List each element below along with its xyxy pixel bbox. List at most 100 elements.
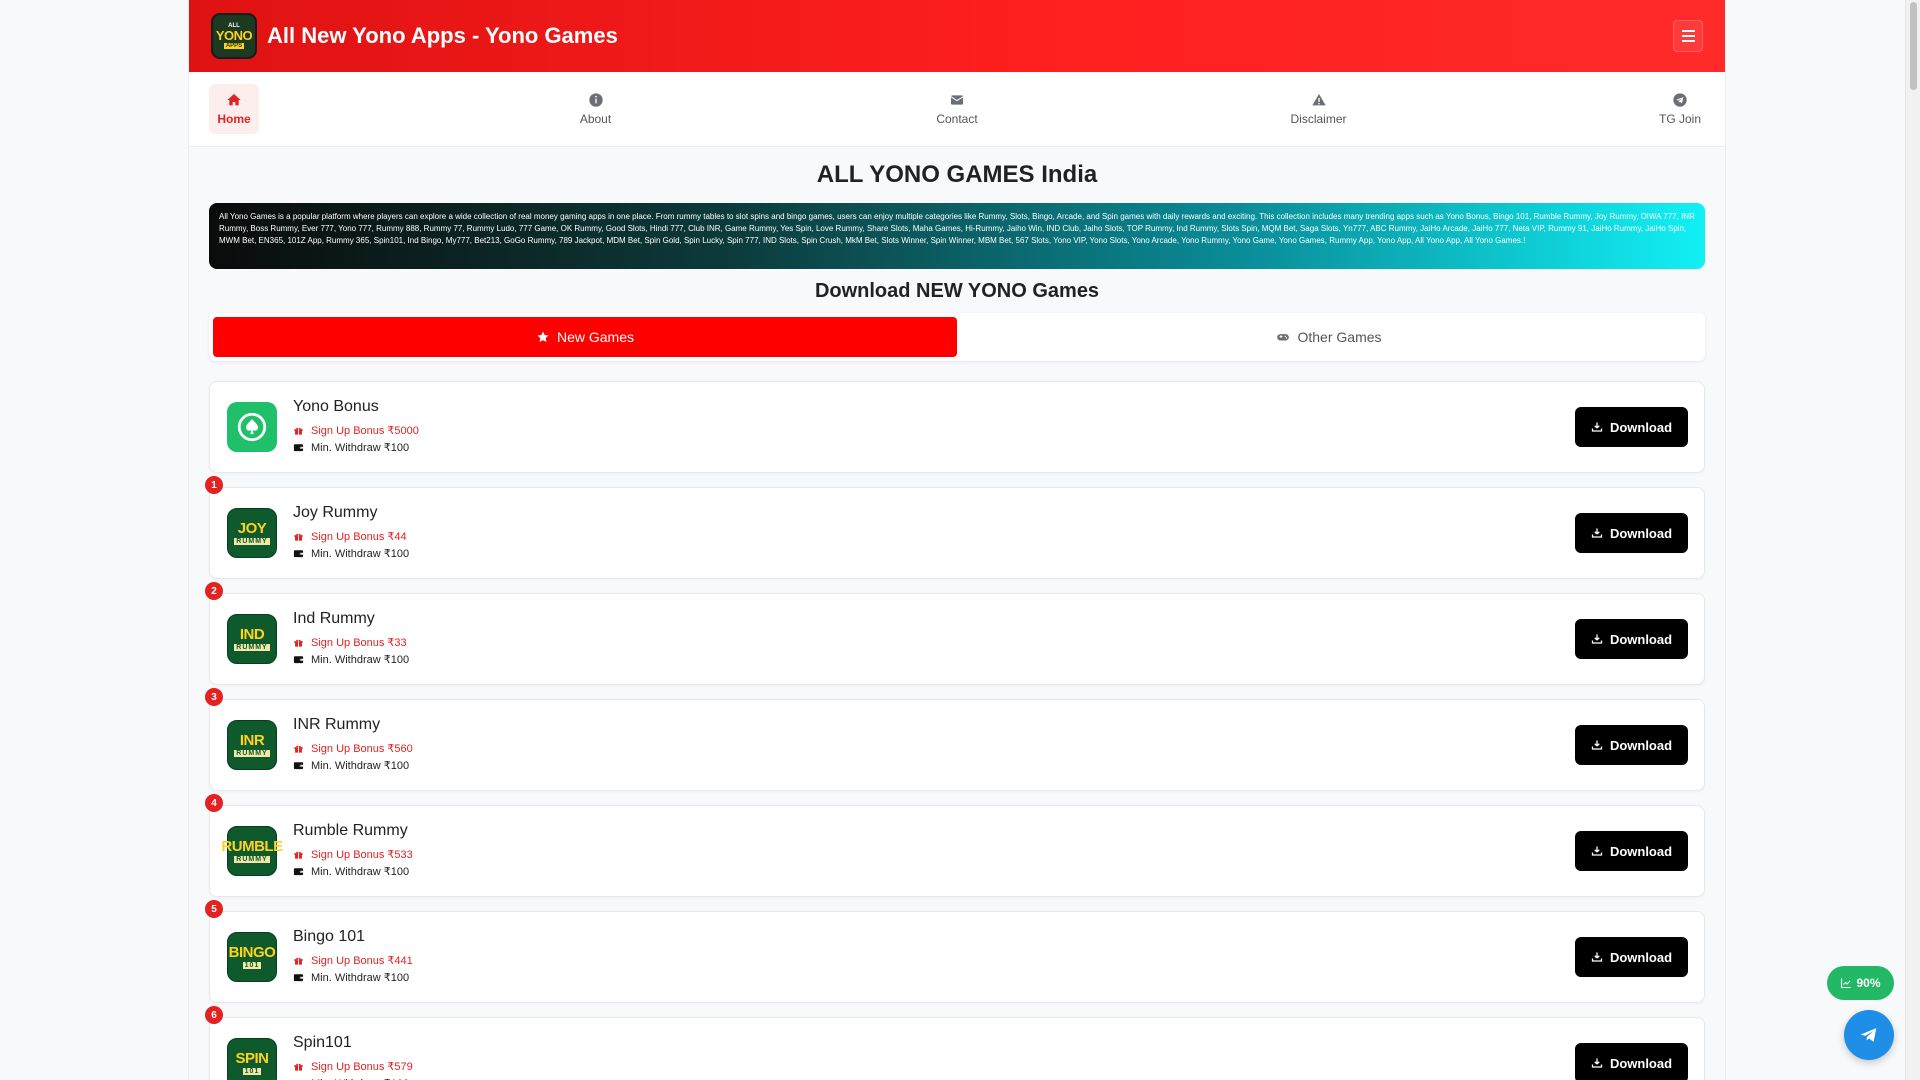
- app-name[interactable]: Spin101: [293, 1034, 413, 1052]
- download-icon: [1591, 422, 1603, 432]
- download-button[interactable]: Download: [1575, 513, 1688, 553]
- wallet-icon: [293, 550, 304, 558]
- bonus-text: Sign Up Bonus ₹441: [311, 955, 413, 967]
- app-icon-sub: RUMMY: [234, 856, 270, 863]
- app-name[interactable]: Yono Bonus: [293, 398, 419, 416]
- app-info: Spin101 Sign Up Bonus ₹579 Min. Withdraw…: [293, 1034, 413, 1080]
- download-icon: [1591, 740, 1603, 750]
- bonus-text: Sign Up Bonus ₹533: [311, 849, 413, 861]
- app-icon-sub: RUMMY: [234, 644, 270, 651]
- telegram-fab[interactable]: [1844, 1010, 1894, 1060]
- app-icon-word: JOY: [237, 520, 267, 537]
- bonus-line: Sign Up Bonus ₹441: [293, 952, 413, 969]
- download-button[interactable]: Download: [1575, 1043, 1688, 1080]
- app-info: Yono Bonus Sign Up Bonus ₹5000 Min. With…: [293, 398, 419, 456]
- main-nav: Home About Contact Disclaimer TG Join: [189, 72, 1725, 147]
- tab-other-games[interactable]: Other Games: [957, 317, 1701, 357]
- download-icon: [1591, 846, 1603, 856]
- gift-icon: [294, 851, 303, 859]
- app-icon[interactable]: IND RUMMY: [227, 614, 277, 664]
- rank-badge: 1: [205, 476, 223, 494]
- wallet-icon: [293, 868, 304, 876]
- app-icon-sub: RUMMY: [234, 538, 270, 545]
- nav-item-about[interactable]: About: [571, 84, 621, 134]
- gift-icon: [294, 957, 303, 965]
- hamburger-icon[interactable]: [1673, 20, 1703, 52]
- app-info: Joy Rummy Sign Up Bonus ₹44 Min. Withdra…: [293, 504, 409, 562]
- nav-item-disclaimer[interactable]: Disclaimer: [1290, 84, 1347, 134]
- app-name[interactable]: Ind Rummy: [293, 610, 409, 628]
- download-label: Download: [1609, 525, 1673, 541]
- download-button[interactable]: Download: [1575, 831, 1688, 871]
- app-icon[interactable]: [227, 402, 277, 452]
- bonus-line: Sign Up Bonus ₹5000: [293, 422, 419, 439]
- app-icon-word: RUMBLE: [221, 838, 283, 855]
- nav-item-contact[interactable]: Contact: [932, 84, 982, 134]
- withdraw-line: Min. Withdraw ₹100: [293, 757, 413, 774]
- app-name[interactable]: INR Rummy: [293, 716, 413, 734]
- gift-icon: [294, 533, 303, 541]
- app-icon[interactable]: BINGO 101: [227, 932, 277, 982]
- withdraw-text: Min. Withdraw ₹100: [311, 654, 410, 666]
- nav-item-label: TG Join: [1658, 112, 1701, 126]
- home-icon: [227, 94, 241, 106]
- download-label: Download: [1609, 631, 1673, 647]
- page-container: ALL YONO APPS All New Yono Apps - Yono G…: [189, 0, 1725, 1080]
- bonus-text: Sign Up Bonus ₹44: [311, 531, 407, 543]
- gift-icon: [294, 1063, 303, 1071]
- app-card: 1 JOY RUMMY Joy Rummy Sign Up Bonus ₹44 …: [205, 476, 1705, 579]
- bonus-line: Sign Up Bonus ₹33: [293, 634, 409, 651]
- wallet-icon: [293, 974, 304, 982]
- app-icon-sub: 101: [242, 962, 262, 969]
- app-icon[interactable]: RUMBLE RUMMY: [221, 826, 283, 876]
- bonus-line: Sign Up Bonus ₹560: [293, 740, 413, 757]
- percent-badge[interactable]: 90%: [1827, 966, 1894, 1000]
- site-logo[interactable]: ALL YONO APPS: [211, 13, 257, 59]
- app-name[interactable]: Joy Rummy: [293, 504, 409, 522]
- app-icon[interactable]: INR RUMMY: [227, 720, 277, 770]
- warning-icon: [1311, 94, 1326, 106]
- wallet-icon: [293, 656, 304, 664]
- scrollbar-thumb[interactable]: [1910, 2, 1917, 90]
- rank-badge: 6: [205, 1006, 223, 1024]
- download-button[interactable]: Download: [1575, 937, 1688, 977]
- download-label: Download: [1609, 737, 1673, 753]
- gift-icon: [294, 427, 303, 435]
- main-content: ALL YONO GAMES India All Yono Games is a…: [189, 147, 1725, 1080]
- download-icon: [1591, 634, 1603, 644]
- bonus-text: Sign Up Bonus ₹5000: [311, 425, 419, 437]
- app-icon-sub: RUMMY: [234, 750, 270, 757]
- telegram-icon: [1860, 1028, 1877, 1042]
- tab-new-games[interactable]: New Games: [213, 317, 957, 357]
- withdraw-line: Min. Withdraw ₹100: [293, 651, 409, 668]
- app-icon-word: IND: [239, 626, 265, 643]
- app-card: 6 SPIN 101 Spin101 Sign Up Bonus ₹579 Mi…: [205, 1006, 1705, 1080]
- app-name[interactable]: Rumble Rummy: [293, 822, 413, 840]
- logo-text-bottom: APPS: [223, 43, 245, 49]
- download-icon: [1591, 1058, 1603, 1068]
- withdraw-line: Min. Withdraw ₹100: [293, 1075, 413, 1080]
- nav-item-label: Disclaimer: [1290, 112, 1347, 126]
- nav-item-home[interactable]: Home: [209, 84, 259, 134]
- download-button[interactable]: Download: [1575, 725, 1688, 765]
- withdraw-line: Min. Withdraw ₹100: [293, 969, 413, 986]
- nav-item-tg-join[interactable]: TG Join: [1655, 84, 1705, 134]
- spade-badge-icon: [237, 412, 267, 442]
- download-button[interactable]: Download: [1575, 407, 1688, 447]
- download-label: Download: [1609, 1055, 1673, 1071]
- telegram-icon: [1673, 93, 1687, 107]
- site-title[interactable]: All New Yono Apps - Yono Games: [267, 23, 618, 49]
- app-icon[interactable]: SPIN 101: [227, 1038, 277, 1080]
- download-button[interactable]: Download: [1575, 619, 1688, 659]
- page-scrollbar[interactable]: [1905, 0, 1920, 1080]
- app-icon[interactable]: JOY RUMMY: [227, 508, 277, 558]
- app-name[interactable]: Bingo 101: [293, 928, 413, 946]
- wallet-icon: [293, 444, 304, 452]
- rank-badge: 5: [205, 900, 223, 918]
- section-title: Download NEW YONO Games: [814, 280, 1100, 302]
- app-card: 2 IND RUMMY Ind Rummy Sign Up Bonus ₹33 …: [205, 582, 1705, 685]
- tab-label: New Games: [556, 329, 635, 345]
- app-card: Yono Bonus Sign Up Bonus ₹5000 Min. With…: [209, 381, 1705, 473]
- percent-value: 90%: [1856, 976, 1881, 990]
- gift-icon: [294, 745, 303, 753]
